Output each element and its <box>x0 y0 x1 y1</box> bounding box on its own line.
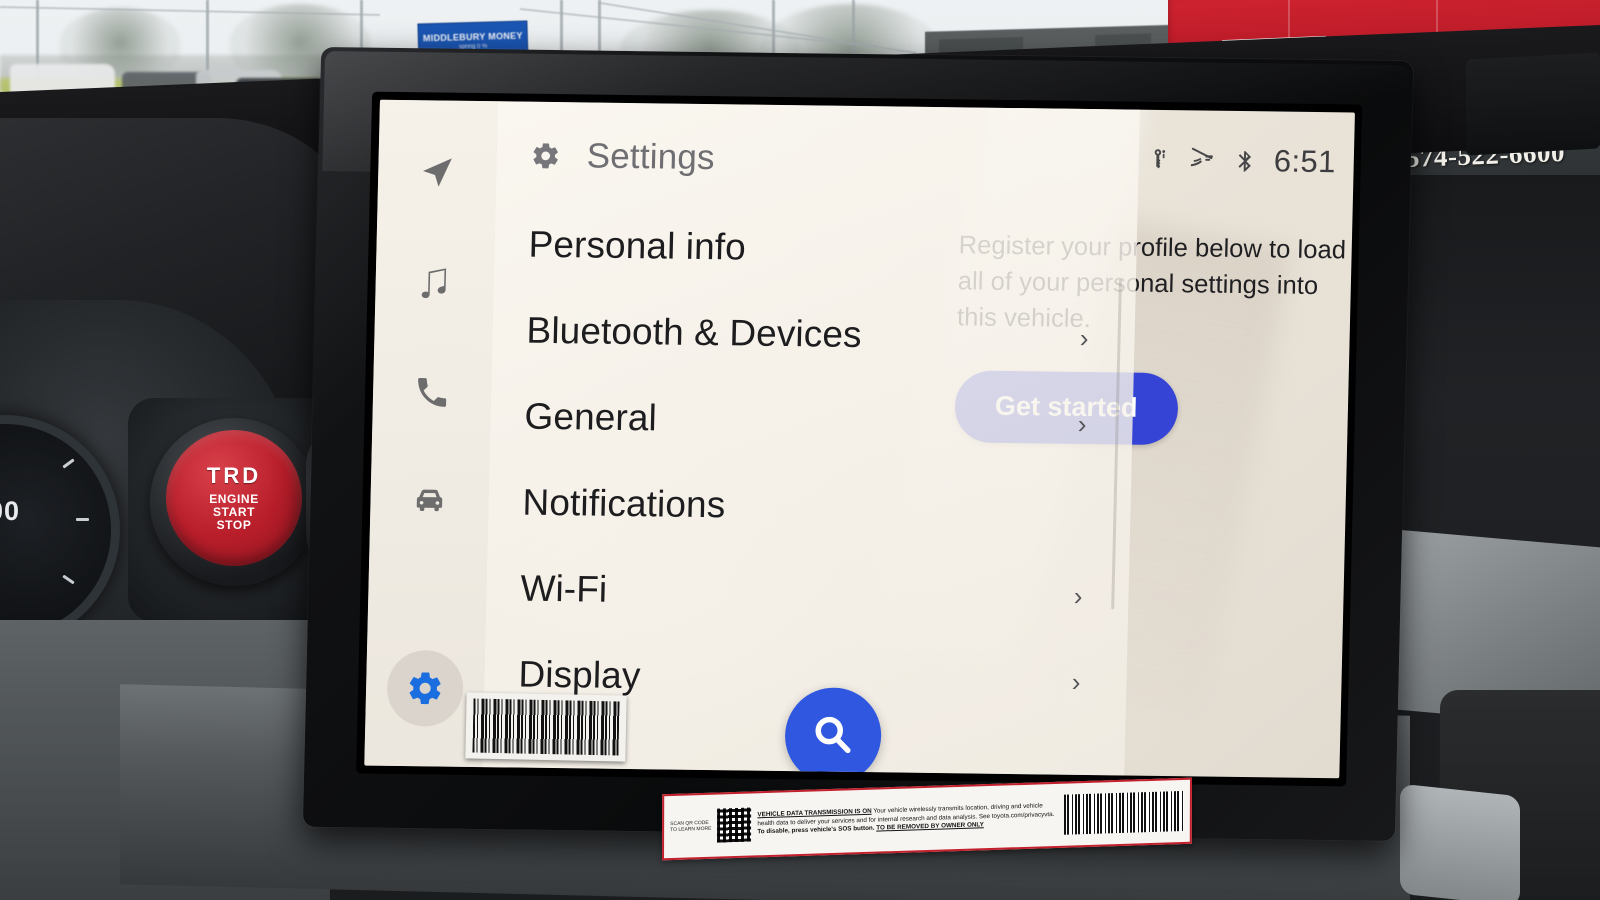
rail-item-settings[interactable] <box>386 649 465 727</box>
start-button-line1: ENGINE <box>209 491 259 506</box>
music-note-icon <box>421 268 447 299</box>
qr-code <box>717 807 752 843</box>
engine-start-stop-button[interactable]: TRD ENGINE START STOP <box>166 430 302 566</box>
chevron-right-icon: › <box>1077 408 1087 439</box>
chevron-right-icon: › <box>1073 580 1083 611</box>
navigation-arrow-icon <box>423 158 452 187</box>
sticker-scan-line2: TO LEARN MORE <box>670 825 712 834</box>
app-rail <box>364 99 498 768</box>
settings-item-bluetooth-devices[interactable]: Bluetooth & Devices › <box>492 287 1136 381</box>
settings-item-label: Display <box>518 653 641 697</box>
status-bar: 6:51 <box>1145 142 1336 180</box>
gear-icon <box>533 143 558 169</box>
dash-trim-lower <box>1400 783 1520 900</box>
settings-item-label: Notifications <box>522 481 726 526</box>
roadside-sign-line1: MIDDLEBURY MONEY <box>422 30 523 43</box>
start-button-line2: START <box>212 504 256 519</box>
settings-menu: Personal info Bluetooth & Devices › Gene… <box>483 201 1137 725</box>
clock: 6:51 <box>1273 143 1337 180</box>
gauge-reading: 00 <box>0 496 21 526</box>
barcode <box>472 698 620 756</box>
sticker-body: VEHICLE DATA TRANSMISSION IS ON Your veh… <box>757 802 1054 837</box>
settings-header: Settings <box>496 101 1140 183</box>
settings-item-label: Wi-Fi <box>520 567 608 610</box>
rail-item-media[interactable] <box>396 244 474 321</box>
rail-item-phone[interactable] <box>393 354 471 431</box>
key-person-icon <box>1154 149 1166 169</box>
settings-item-general[interactable]: General › <box>490 373 1134 467</box>
settings-list-pane: Settings Personal info Bluetooth & Devic… <box>482 101 1140 776</box>
settings-item-label: Bluetooth & Devices <box>526 309 863 356</box>
rail-item-navigation[interactable] <box>398 134 476 211</box>
detail-pane: 6:51 Register your profile below to load… <box>954 110 1355 779</box>
search-icon <box>815 716 851 754</box>
trd-logo: TRD <box>206 463 262 489</box>
settings-item-label: General <box>524 395 658 439</box>
chevron-right-icon: › <box>1071 666 1081 697</box>
settings-item-wifi[interactable]: Wi-Fi › <box>485 545 1129 639</box>
sticker-scan-note: SCAN QR CODE TO LEARN MORE <box>670 820 711 834</box>
start-button-line3: STOP <box>216 517 252 532</box>
phone-icon <box>418 378 447 407</box>
inventory-barcode-sticker <box>465 692 627 762</box>
page-title: Settings <box>586 136 716 178</box>
rail-item-vehicle[interactable] <box>391 464 469 541</box>
infotainment-screen[interactable]: Settings Personal info Bluetooth & Devic… <box>364 99 1355 779</box>
bluetooth-icon <box>1238 150 1252 172</box>
settings-item-notifications[interactable]: Notifications <box>488 459 1132 553</box>
gauge-tick <box>76 518 89 521</box>
settings-item-personal-info[interactable]: Personal info <box>494 201 1138 295</box>
chevron-right-icon: › <box>1079 322 1089 354</box>
gear-icon <box>409 672 441 705</box>
photo-scene: MIDDLEBURY MONEY spring 0 % casino fun 5… <box>0 0 1600 900</box>
car-icon <box>416 489 443 512</box>
microphone-muted-icon <box>1190 147 1213 167</box>
settings-item-label: Personal info <box>528 223 747 268</box>
air-vent <box>1466 52 1600 156</box>
sticker-barcode <box>1063 790 1184 835</box>
rail-spacer <box>426 574 428 650</box>
